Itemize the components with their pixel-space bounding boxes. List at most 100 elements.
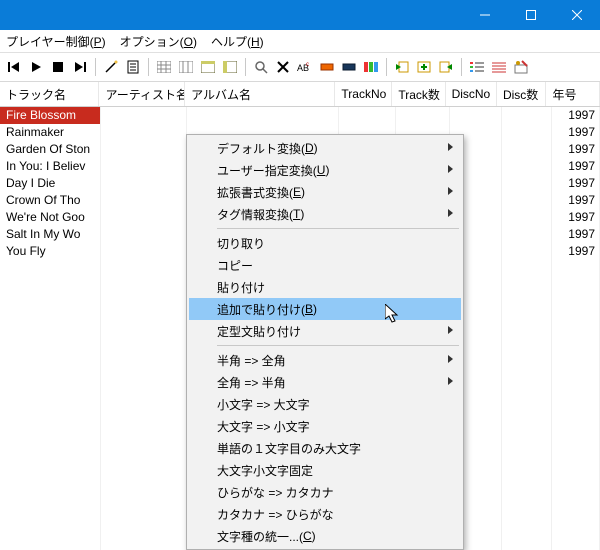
cell[interactable]: Garden Of Ston [0, 141, 101, 158]
menu-item[interactable]: 大文字小文字固定 [189, 459, 461, 481]
cell[interactable] [502, 107, 552, 124]
cell[interactable]: 1997 [552, 209, 600, 226]
menu-item[interactable]: デフォルト変換(D) [189, 137, 461, 159]
col-track[interactable]: トラック名 [0, 82, 99, 106]
window-maximize-button[interactable] [508, 0, 554, 30]
cell[interactable] [187, 107, 339, 124]
menu-item[interactable]: カタカナ => ひらがな [189, 503, 461, 525]
cell[interactable]: 1997 [552, 141, 600, 158]
cell[interactable] [101, 158, 187, 175]
menu-item[interactable]: 切り取り [189, 232, 461, 254]
menu-item[interactable]: 半角 => 全角 [189, 349, 461, 371]
menu-player[interactable]: プレイヤー制御(P) [6, 33, 106, 50]
submenu-arrow-icon [448, 326, 453, 334]
cell[interactable] [502, 124, 552, 141]
multi-color-button[interactable] [361, 57, 381, 77]
search-button[interactable] [251, 57, 271, 77]
cell[interactable]: 1997 [552, 175, 600, 192]
col-discno[interactable]: DiscNo [446, 82, 497, 106]
window-titlebar [0, 0, 600, 30]
submenu-arrow-icon [448, 187, 453, 195]
menu-item[interactable]: 拡張書式変換(E) [189, 181, 461, 203]
cell[interactable] [502, 141, 552, 158]
list-button[interactable] [467, 57, 487, 77]
delete-button[interactable] [273, 57, 293, 77]
cell[interactable] [502, 243, 552, 260]
leftarrow-box-button[interactable] [392, 57, 412, 77]
cell[interactable]: We're Not Goo [0, 209, 101, 226]
cell[interactable]: Salt In My Wo [0, 226, 101, 243]
cell[interactable]: You Fly [0, 243, 101, 260]
col-artist[interactable]: アーティスト名 [99, 82, 185, 106]
menu-item[interactable]: ひらがな => カタカナ [189, 481, 461, 503]
cell[interactable] [502, 175, 552, 192]
cell[interactable]: 1997 [552, 192, 600, 209]
tag-navy-button[interactable] [339, 57, 359, 77]
menu-item[interactable]: タグ情報変換(T) [189, 203, 461, 225]
table-row[interactable]: Fire Blossom 1997 [0, 107, 600, 124]
cell[interactable]: 1997 [552, 243, 600, 260]
cell[interactable] [101, 175, 187, 192]
col-trackno[interactable]: TrackNo [335, 82, 392, 106]
cell[interactable] [101, 209, 187, 226]
menu-item[interactable]: 追加で貼り付け(B) [189, 298, 461, 320]
text-replace-button[interactable]: ABc [295, 57, 315, 77]
window-minimize-button[interactable] [462, 0, 508, 30]
cell[interactable]: 1997 [552, 226, 600, 243]
cell[interactable] [101, 124, 187, 141]
cell[interactable] [101, 141, 187, 158]
cell[interactable] [450, 107, 502, 124]
cell[interactable]: 1997 [552, 124, 600, 141]
col-album[interactable]: アルバム名 [185, 82, 335, 106]
cell[interactable] [339, 107, 396, 124]
rightarrow-box-button[interactable] [436, 57, 456, 77]
prev-button[interactable] [4, 57, 24, 77]
grid4-button[interactable] [220, 57, 240, 77]
box-plus-button[interactable] [414, 57, 434, 77]
menu-options[interactable]: オプション(O) [120, 33, 197, 50]
col-trackct[interactable]: Track数 [392, 82, 445, 106]
grid2-button[interactable] [176, 57, 196, 77]
col-year[interactable]: 年号 [546, 82, 600, 106]
next-button[interactable] [70, 57, 90, 77]
cell[interactable] [502, 192, 552, 209]
cell[interactable]: In You: I Believ [0, 158, 101, 175]
tag-orange-button[interactable] [317, 57, 337, 77]
stop-button[interactable] [48, 57, 68, 77]
cell[interactable] [101, 243, 187, 260]
properties-button[interactable] [511, 57, 531, 77]
grid3-button[interactable] [198, 57, 218, 77]
cell[interactable]: Day I Die [0, 175, 101, 192]
submenu-arrow-icon [448, 377, 453, 385]
cell[interactable] [396, 107, 450, 124]
play-button[interactable] [26, 57, 46, 77]
cell[interactable]: 1997 [552, 158, 600, 175]
cell[interactable]: 1997 [552, 107, 600, 124]
col-discct[interactable]: Disc数 [497, 82, 547, 106]
menu-help[interactable]: ヘルプ(H) [211, 33, 264, 50]
menu-item[interactable]: 文字種の統一...(C) [189, 525, 461, 547]
menu-item[interactable]: 大文字 => 小文字 [189, 415, 461, 437]
wand-button[interactable] [101, 57, 121, 77]
cell[interactable]: Crown Of Tho [0, 192, 101, 209]
cell[interactable]: Rainmaker [0, 124, 101, 141]
cell[interactable] [502, 158, 552, 175]
menu-item[interactable]: 単語の１文字目のみ大文字 [189, 437, 461, 459]
document-button[interactable] [123, 57, 143, 77]
cell[interactable] [101, 107, 187, 124]
cell[interactable]: Fire Blossom [0, 107, 101, 124]
window-close-button[interactable] [554, 0, 600, 30]
table-header: トラック名 アーティスト名 アルバム名 TrackNo Track数 DiscN… [0, 82, 600, 107]
cell[interactable] [101, 192, 187, 209]
cell[interactable] [502, 226, 552, 243]
cell[interactable] [101, 226, 187, 243]
menu-item[interactable]: ユーザー指定変換(U) [189, 159, 461, 181]
grid1-button[interactable] [154, 57, 174, 77]
menu-item[interactable]: 貼り付け [189, 276, 461, 298]
menu-item[interactable]: コピー [189, 254, 461, 276]
menu-item[interactable]: 定型文貼り付け [189, 320, 461, 342]
cell[interactable] [502, 209, 552, 226]
format-list-button[interactable] [489, 57, 509, 77]
menu-item[interactable]: 全角 => 半角 [189, 371, 461, 393]
menu-item[interactable]: 小文字 => 大文字 [189, 393, 461, 415]
